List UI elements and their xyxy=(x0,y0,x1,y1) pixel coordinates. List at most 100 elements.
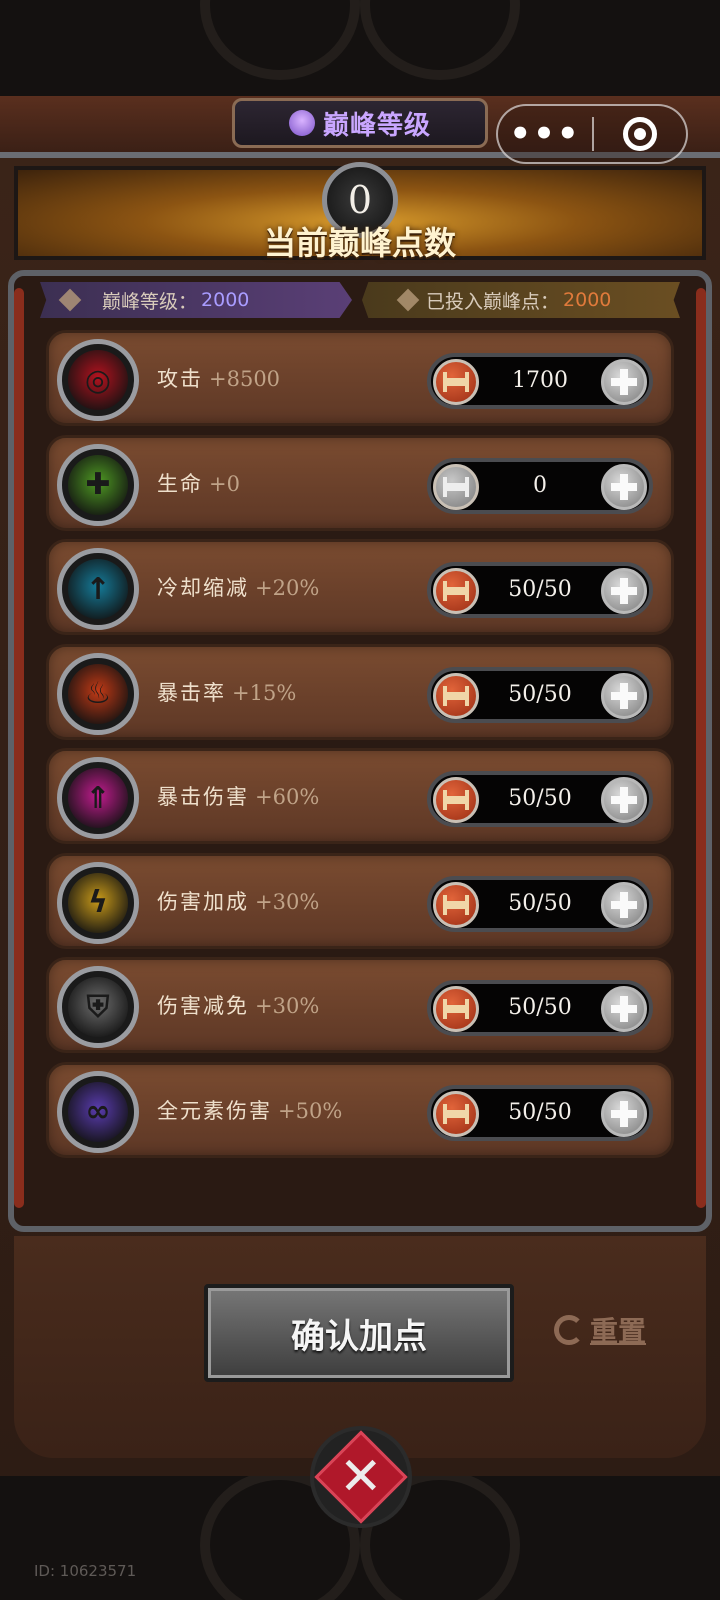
crit-damage-arrow-icon: ⇑ xyxy=(57,757,139,839)
plus-button[interactable] xyxy=(601,1090,647,1137)
stat-label: 伤害减免 +30% xyxy=(157,990,319,1020)
life-plus-icon: ✚ xyxy=(57,443,139,526)
minus-icon xyxy=(443,685,469,706)
stat-stepper: 50/50 xyxy=(427,980,653,1036)
stat-label: 攻击 +8500 xyxy=(157,363,280,393)
stat-bonus: +20% xyxy=(255,576,320,600)
damage-reduction-shield-icon: ⛨ xyxy=(57,966,139,1048)
stat-row: ϟ 伤害加成 +30% 50/50 xyxy=(46,852,674,949)
minus-button[interactable] xyxy=(433,777,479,823)
plus-button[interactable] xyxy=(601,672,647,719)
confirm-points-button[interactable]: 确认加点 xyxy=(204,1284,514,1382)
all-element-orbs-icon: ∞ xyxy=(57,1070,139,1153)
stat-label: 全元素伤害 +50% xyxy=(157,1095,342,1125)
stat-name: 生命 xyxy=(157,471,203,496)
stat-row: ∞ 全元素伤害 +50% 50/50 xyxy=(46,1061,674,1158)
peak-level-value: 2000 xyxy=(201,289,250,311)
background-ornament xyxy=(360,0,520,80)
reset-button[interactable]: 重置 xyxy=(554,1310,646,1350)
damage-bonus-lightning-icon: ϟ xyxy=(57,861,139,944)
plus-icon xyxy=(611,369,637,395)
refresh-icon xyxy=(554,1315,584,1345)
stat-allocated-value: 50/50 xyxy=(508,890,572,916)
stat-allocated-value: 0 xyxy=(533,472,547,498)
stat-stepper: 50/50 xyxy=(427,875,653,932)
plus-button[interactable] xyxy=(601,463,647,510)
minus-icon xyxy=(443,372,469,392)
stat-label: 暴击率 +15% xyxy=(157,677,296,707)
minus-button[interactable] xyxy=(433,359,479,405)
page-title-plate: 巅峰等级 xyxy=(232,98,488,148)
stat-bonus: +0 xyxy=(209,471,240,496)
minus-icon xyxy=(443,894,469,915)
stat-label: 生命 +0 xyxy=(157,468,240,498)
stat-name: 暴击伤害 xyxy=(157,785,249,809)
stat-bonus: +30% xyxy=(255,889,320,914)
stat-name: 伤害加成 xyxy=(157,889,249,914)
stat-label: 伤害加成 +30% xyxy=(157,886,319,916)
more-menu-button[interactable]: ••• xyxy=(498,106,592,162)
stat-bonus: +50% xyxy=(278,1098,343,1123)
stat-name: 攻击 xyxy=(157,367,203,391)
stat-row: ↑ 冷却缩减 +20% 50/50 xyxy=(46,539,674,635)
crit-rate-flame-icon: ♨ xyxy=(57,652,139,735)
frame-rail-right xyxy=(696,288,706,1208)
diamond-icon xyxy=(58,288,82,312)
stat-bonus: +8500 xyxy=(209,367,281,391)
invested-points-value: 2000 xyxy=(563,289,612,311)
page-title: 巅峰等级 xyxy=(322,110,431,141)
plus-button[interactable] xyxy=(601,986,647,1032)
plus-icon xyxy=(611,891,637,918)
minus-button[interactable] xyxy=(433,672,479,719)
minus-button[interactable] xyxy=(433,568,479,614)
minus-button[interactable] xyxy=(433,986,479,1032)
minus-icon xyxy=(443,581,469,601)
stat-label: 冷却缩减 +20% xyxy=(157,572,319,602)
stat-stepper: 50/50 xyxy=(427,562,653,618)
stat-stepper: 0 xyxy=(427,457,653,514)
stat-allocated-value: 50/50 xyxy=(508,995,572,1020)
invested-points-info: 已投入巅峰点： 2000 xyxy=(362,282,680,318)
minus-button[interactable] xyxy=(433,881,479,928)
stat-stepper: 50/50 xyxy=(427,771,653,827)
stat-row: ⇑ 暴击伤害 +60% 50/50 xyxy=(46,748,674,844)
stat-stepper: 50/50 xyxy=(427,1084,653,1141)
stat-allocated-value: 50/50 xyxy=(508,681,572,707)
stat-row: ✚ 生命 +0 0 xyxy=(46,434,674,531)
plus-button[interactable] xyxy=(601,777,647,823)
close-mini-program-button[interactable] xyxy=(594,117,686,151)
stat-stepper: 50/50 xyxy=(427,666,653,723)
current-points-label: 当前巅峰点数 xyxy=(263,224,456,262)
minus-button[interactable] xyxy=(433,1090,479,1137)
minus-icon xyxy=(443,790,469,810)
stat-name: 暴击率 xyxy=(157,680,226,705)
peak-level-info: 巅峰等级： 2000 xyxy=(40,282,352,318)
stat-name: 伤害减免 xyxy=(157,994,249,1018)
frame-rail-left xyxy=(14,288,24,1208)
reset-label: 重置 xyxy=(590,1315,647,1348)
stat-row: ⛨ 伤害减免 +30% 50/50 xyxy=(46,957,674,1053)
plus-icon xyxy=(611,1100,637,1127)
plus-button[interactable] xyxy=(601,359,647,405)
cooldown-clock-icon: ↑ xyxy=(57,548,139,630)
plus-button[interactable] xyxy=(601,568,647,614)
background-ornament xyxy=(200,0,360,80)
stat-stepper: 1700 xyxy=(427,353,653,409)
plus-icon xyxy=(611,682,637,709)
stat-allocated-value: 50/50 xyxy=(508,577,572,602)
minus-icon xyxy=(443,999,469,1019)
plus-button[interactable] xyxy=(601,881,647,928)
minus-button[interactable] xyxy=(433,463,479,510)
stat-name: 冷却缩减 xyxy=(157,576,249,600)
game-emblem: ✕ xyxy=(310,1426,412,1528)
stat-allocated-value: 1700 xyxy=(512,368,568,393)
stat-bonus: +15% xyxy=(232,680,297,705)
stat-bonus: +30% xyxy=(255,994,320,1018)
attack-target-icon: ◎ xyxy=(57,339,139,421)
stat-bonus: +60% xyxy=(255,785,320,809)
stat-row: ♨ 暴击率 +15% 50/50 xyxy=(46,643,674,740)
mini-program-capsule: ••• xyxy=(496,104,688,164)
plus-icon xyxy=(611,473,637,500)
user-id-text: ID: 10623571 xyxy=(34,1562,137,1580)
stat-name: 全元素伤害 xyxy=(157,1098,272,1123)
